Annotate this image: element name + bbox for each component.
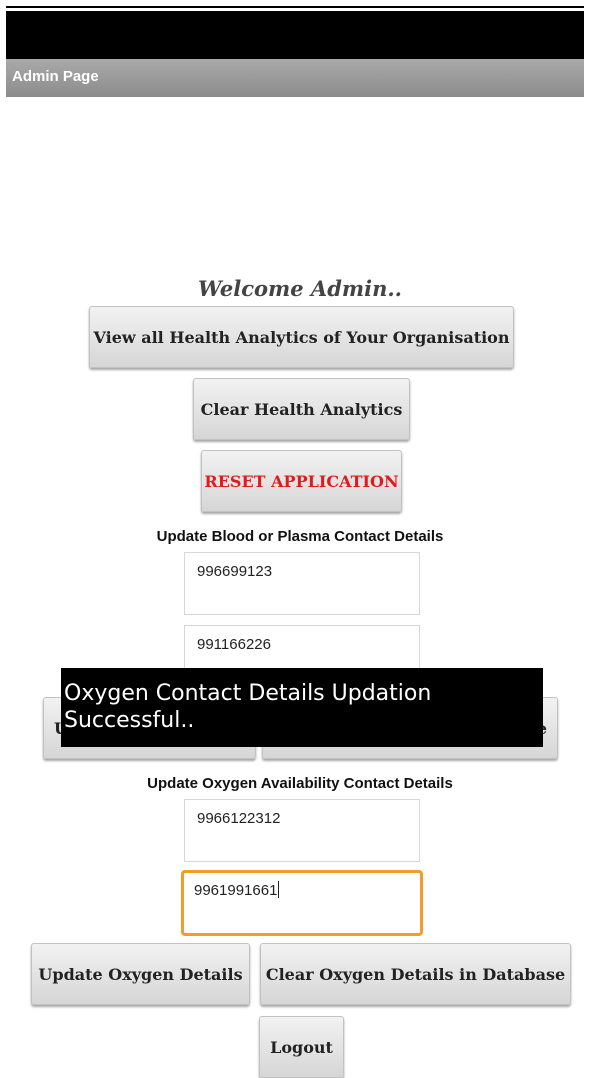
blood-section-label: Update Blood or Plasma Contact Details: [156, 528, 444, 545]
blood-contact-field-2[interactable]: 991166226: [184, 625, 420, 673]
clear-health-analytics-button[interactable]: Clear Health Analytics: [193, 378, 410, 440]
title-bar: Admin Page: [6, 59, 584, 97]
clear-oxygen-details-button[interactable]: Clear Oxygen Details in Database: [260, 943, 571, 1005]
text-cursor: [278, 881, 280, 898]
oxygen-contact-field-2[interactable]: 9961991661: [181, 870, 423, 936]
reset-application-button[interactable]: RESET APPLICATION: [201, 450, 402, 512]
view-health-analytics-button[interactable]: View all Health Analytics of Your Organi…: [89, 306, 514, 368]
top-border: [6, 6, 584, 8]
welcome-text: Welcome Admin..: [198, 276, 402, 301]
oxygen-contact-field-2-value: 9961991661: [194, 882, 278, 899]
toast-message: Oxygen Contact Details Updation Successf…: [61, 668, 543, 747]
oxygen-section-label: Update Oxygen Availability Contact Detai…: [147, 775, 453, 792]
logout-button[interactable]: Logout: [259, 1016, 344, 1078]
blood-contact-field-1[interactable]: 996699123: [184, 552, 420, 615]
oxygen-contact-field-1[interactable]: 9966122312: [184, 799, 420, 862]
status-bar: [6, 11, 584, 59]
update-oxygen-details-button[interactable]: Update Oxygen Details: [31, 943, 250, 1005]
page-title: Admin Page: [12, 68, 99, 85]
